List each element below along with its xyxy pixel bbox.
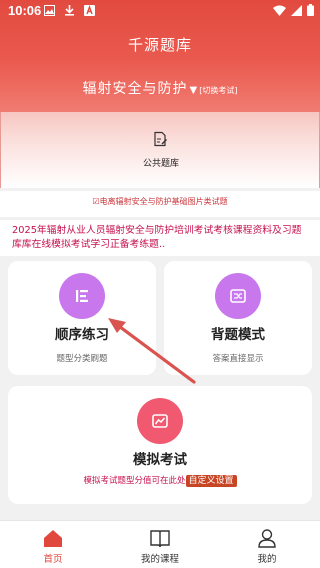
nav-label-home: 首页 bbox=[43, 554, 63, 565]
edit-document-icon bbox=[154, 131, 167, 147]
download-icon bbox=[65, 5, 74, 16]
nav-item-courses[interactable]: 我的课程 bbox=[120, 525, 200, 565]
mock-exam-card[interactable]: 模拟考试 模拟考试题型分值可在此处 自定义设置 bbox=[8, 386, 312, 504]
custom-settings-link[interactable]: 自定义设置 bbox=[185, 475, 237, 487]
notice-link-1[interactable]: ☑电离辐射安全与防护基础图片类试题 bbox=[0, 196, 320, 207]
public-bank-label: 公共题库 bbox=[142, 159, 179, 169]
dropdown-arrow-icon: ▼ bbox=[189, 85, 198, 96]
mock-exam-desc-row: 模拟考试题型分值可在此处 自定义设置 bbox=[8, 473, 312, 487]
user-icon bbox=[258, 529, 276, 548]
mock-exam-title: 模拟考试 bbox=[133, 452, 187, 468]
signal-icon bbox=[291, 4, 302, 16]
status-time: 10:06 bbox=[8, 3, 42, 18]
public-bank-card[interactable]: 公共题库 bbox=[0, 112, 320, 188]
subject-name: 辐射安全与防护 bbox=[82, 81, 188, 97]
notice-link-2[interactable]: 2025年辐射从业人员辐射安全与防护培训考试考核课程资料及习题库库在线模拟考试学… bbox=[0, 220, 320, 256]
mock-exam-icon-circle bbox=[137, 398, 183, 444]
shuffle-icon bbox=[230, 289, 246, 303]
gallery-icon bbox=[44, 5, 55, 16]
switch-exam-link[interactable]: [切换考试] bbox=[199, 86, 237, 95]
nav-item-home[interactable]: 首页 bbox=[13, 525, 93, 565]
home-icon bbox=[44, 530, 62, 547]
memorize-mode-icon-circle bbox=[215, 273, 261, 319]
chart-icon bbox=[152, 414, 168, 428]
subject-switcher[interactable]: 辐射安全与防护 ▼ [切换考试] bbox=[0, 78, 320, 98]
wifi-icon bbox=[273, 5, 286, 16]
mock-exam-desc: 模拟考试题型分值可在此处 bbox=[83, 476, 186, 486]
nav-label-profile: 我的 bbox=[257, 554, 277, 565]
sequential-practice-icon-circle bbox=[59, 273, 105, 319]
app-notification-icon bbox=[84, 5, 95, 16]
app-title: 千源题库 bbox=[127, 36, 192, 54]
status-bar: 10:06 bbox=[0, 0, 320, 22]
battery-icon bbox=[307, 4, 314, 16]
nav-item-profile[interactable]: 我的 bbox=[227, 525, 307, 565]
book-icon bbox=[150, 530, 170, 548]
header: 10:06 千源题库 辐射安全与防护 ▼ [切换考试] bbox=[0, 0, 320, 112]
nav-label-courses: 我的课程 bbox=[140, 554, 179, 565]
pointer-arrow bbox=[108, 318, 196, 384]
list-icon bbox=[76, 290, 88, 302]
bottom-nav: 首页 我的课程 我的 bbox=[0, 520, 320, 568]
